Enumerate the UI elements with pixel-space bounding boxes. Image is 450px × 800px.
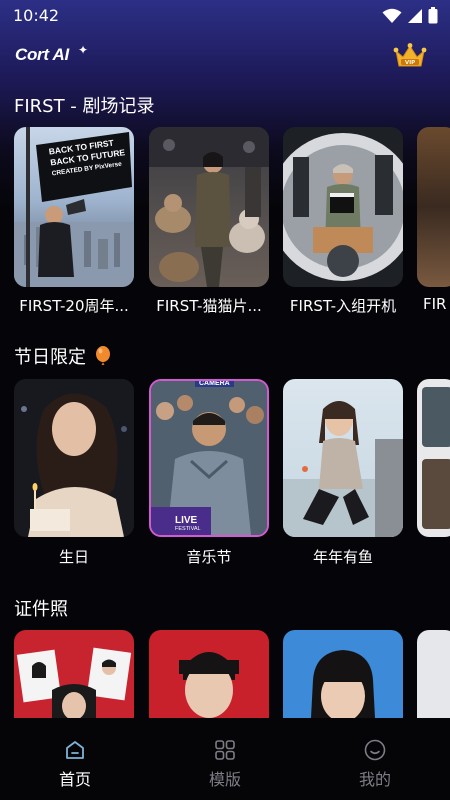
- music-thumbnail: [151, 381, 267, 535]
- section-title-first: FIRST - 剧场记录: [14, 96, 155, 117]
- id-photo-card-row[interactable]: [0, 630, 450, 718]
- card-label: FIRST-入组开机: [289, 297, 397, 315]
- woman-thumbnail: [311, 650, 375, 718]
- cats-thumbnail: [149, 127, 269, 287]
- nav-templates[interactable]: 模版: [150, 718, 300, 800]
- nav-templates-label: 模版: [208, 770, 241, 789]
- card-label: 年年有鱼: [312, 548, 373, 566]
- section-title-id-photo: 证件照: [14, 599, 68, 620]
- festival-card-birthday[interactable]: [14, 379, 134, 537]
- first-card-cats[interactable]: [149, 127, 269, 287]
- festival-card-partial[interactable]: [417, 379, 450, 537]
- festival-card-music[interactable]: CAMERA LIVE FESTIVAL: [149, 379, 269, 537]
- id-photo-card-man[interactable]: [149, 630, 269, 718]
- vip-crown-button[interactable]: VIP: [393, 42, 427, 70]
- birthday-thumbnail: [14, 379, 134, 537]
- card-label: 生日: [58, 548, 89, 566]
- nav-home[interactable]: 首页: [0, 718, 150, 800]
- nav-profile[interactable]: 我的: [300, 718, 450, 800]
- status-icons: [382, 7, 438, 24]
- partial-photo-top: [422, 387, 450, 447]
- live-text: LIVE: [175, 515, 198, 526]
- id-photo-card-couple[interactable]: [14, 630, 134, 718]
- first-card-set[interactable]: [283, 127, 403, 287]
- grid-icon: [215, 740, 235, 760]
- festival-card-row[interactable]: 生日 CAMERA LIVE FESTIVAL 音乐节 年年有鱼: [0, 379, 450, 569]
- festival-text: FESTIVAL: [175, 526, 201, 532]
- bottom-nav: 首页 模版 我的: [0, 718, 450, 800]
- app-logo: Cort AI: [15, 45, 69, 64]
- battery-icon: [428, 7, 438, 24]
- wifi-icon: [382, 8, 402, 23]
- status-bar: 10:42: [0, 0, 450, 32]
- first-card-row[interactable]: BACK TO FIRST BACK TO FUTURE CREATED BY …: [0, 127, 450, 322]
- card-label: 音乐节: [186, 548, 232, 566]
- card-label: FIRST-20周年...: [19, 297, 129, 315]
- vip-badge-text: VIP: [405, 60, 415, 66]
- live-badge: LIVE FESTIVAL: [175, 516, 201, 534]
- id-photo-card-woman[interactable]: [283, 630, 403, 718]
- fish-thumbnail: [283, 401, 403, 537]
- nav-home-label: 首页: [58, 770, 91, 789]
- app-header: Cort AI ✦ VIP: [0, 38, 450, 78]
- partial-photo-bottom: [422, 459, 450, 529]
- card-label: FIR: [423, 295, 447, 313]
- section-title-text: 节日限定: [14, 347, 86, 368]
- id-photo-card-partial[interactable]: [417, 630, 450, 718]
- crown-icon: VIP: [393, 43, 427, 67]
- card-label: FIRST-猫猫片...: [156, 297, 262, 315]
- first-card-partial[interactable]: [417, 127, 450, 287]
- nav-profile-label: 我的: [358, 770, 391, 789]
- man-thumbnail: [179, 652, 239, 718]
- music-top-banner: CAMERA: [195, 381, 234, 387]
- home-icon: [66, 741, 84, 759]
- festival-card-fish[interactable]: [283, 379, 403, 537]
- first-card-anniversary[interactable]: BACK TO FIRST BACK TO FUTURE CREATED BY …: [14, 127, 134, 287]
- signal-icon: [408, 8, 422, 23]
- couple-thumbnail: [16, 647, 132, 718]
- section-title-festival: 节日限定: [14, 343, 111, 369]
- balloon-icon: [95, 346, 110, 365]
- status-time: 10:42: [13, 6, 60, 25]
- smiley-icon: [364, 739, 386, 761]
- set-thumbnail: [283, 133, 403, 281]
- sparkle-icon: ✦: [78, 43, 89, 57]
